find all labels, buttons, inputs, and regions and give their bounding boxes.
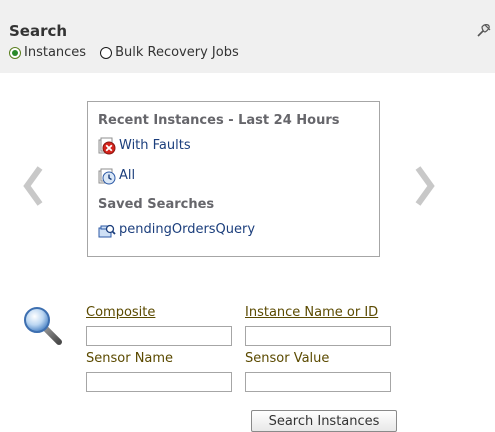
- search-instances-button[interactable]: Search Instances: [251, 410, 397, 432]
- recent-instances-panel: Recent Instances - Last 24 Hours With Fa…: [87, 101, 380, 257]
- link-pending-orders-query[interactable]: pendingOrdersQuery: [98, 220, 379, 240]
- link-pending-orders-query-label[interactable]: pendingOrdersQuery: [119, 220, 255, 240]
- radio-bulk-recovery-label[interactable]: Bulk Recovery Jobs: [115, 45, 239, 60]
- radio-bulk-recovery-jobs[interactable]: Bulk Recovery Jobs: [100, 45, 239, 60]
- next-arrow-icon[interactable]: [414, 165, 436, 207]
- sensor-value-field[interactable]: [245, 372, 391, 392]
- radio-selected-icon[interactable]: [9, 46, 21, 59]
- sensor-name-field[interactable]: [86, 372, 232, 392]
- clock-icon: [98, 168, 116, 185]
- link-with-faults[interactable]: With Faults: [98, 136, 379, 156]
- composite-field[interactable]: [86, 326, 232, 346]
- recent-instances-heading: Recent Instances - Last 24 Hours: [98, 113, 340, 128]
- radio-instances[interactable]: Instances: [9, 45, 86, 60]
- search-type-radio-group: Instances Bulk Recovery Jobs: [9, 45, 253, 60]
- faults-icon: [98, 137, 116, 155]
- search-header: Search Instances Bulk Recovery Jobs: [0, 0, 495, 73]
- saved-searches-heading: Saved Searches: [98, 197, 215, 212]
- instance-name-or-id-field[interactable]: [245, 326, 391, 346]
- link-all[interactable]: All: [98, 166, 379, 186]
- search-region: Search Instances Bulk Recovery Jobs Rece…: [0, 0, 495, 432]
- pin-icon[interactable]: [475, 21, 493, 39]
- link-all-label[interactable]: All: [119, 166, 135, 186]
- previous-arrow-icon[interactable]: [22, 165, 44, 207]
- link-with-faults-label[interactable]: With Faults: [119, 136, 191, 156]
- radio-instances-label[interactable]: Instances: [24, 45, 86, 60]
- radio-unselected-icon[interactable]: [100, 46, 113, 59]
- saved-search-icon: [98, 224, 116, 238]
- composite-label: Composite: [86, 305, 156, 320]
- sensor-name-label: Sensor Name: [86, 351, 174, 366]
- sensor-value-label: Sensor Value: [245, 351, 330, 366]
- page-title: Search: [9, 22, 68, 40]
- instance-name-or-id-label: Instance Name or ID: [245, 305, 379, 320]
- magnifier-icon: [24, 307, 62, 345]
